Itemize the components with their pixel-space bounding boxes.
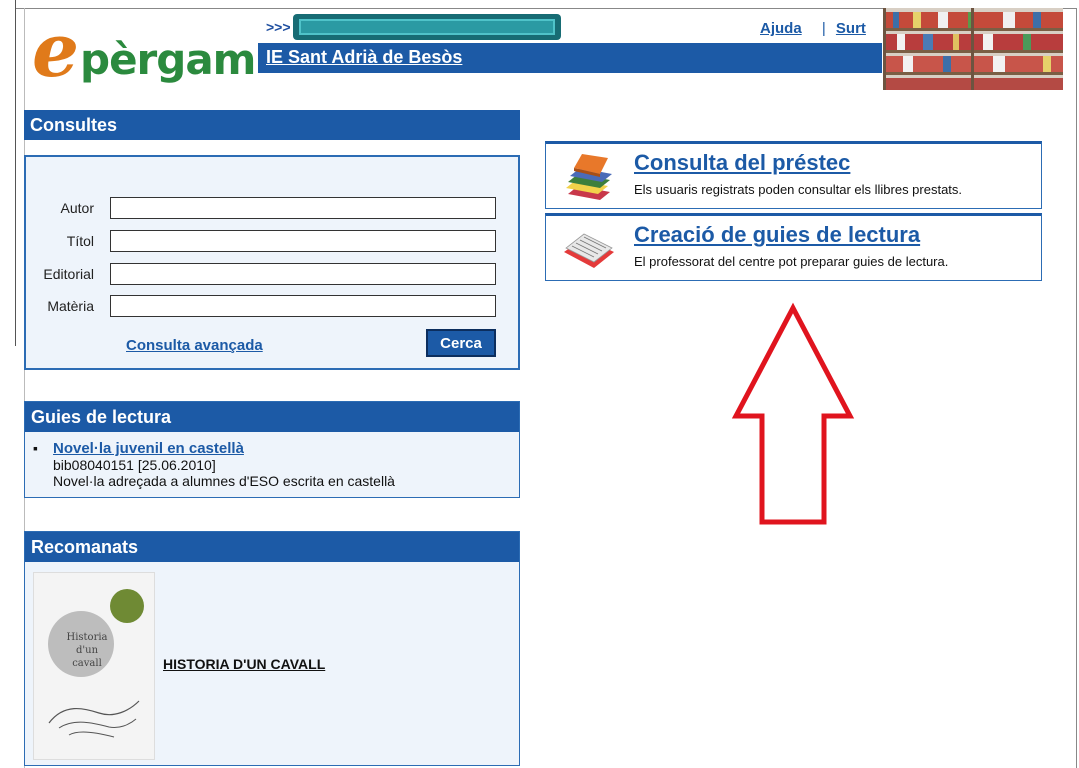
reading-guide-creation-description: El professorat del centre pot preparar g…	[634, 254, 949, 269]
book-cover-image[interactable]: Historia d'un cavall	[33, 572, 155, 760]
reading-guides-panel: Guies de lectura ▪ Novel·la juvenil en c…	[24, 401, 520, 498]
form-row-titol: Títol	[26, 230, 522, 254]
publisher-input[interactable]	[110, 263, 496, 285]
guide-description: Novel·la adreçada a alumnes d'ESO escrit…	[53, 473, 395, 489]
loan-query-title[interactable]: Consulta del préstec	[634, 150, 850, 176]
recommended-book-link[interactable]: HISTORIA D'UN CAVALL	[163, 656, 325, 672]
guide-text: Novel·la juvenil en castellà bib08040151…	[53, 440, 493, 490]
title-input[interactable]	[110, 230, 496, 252]
library-shelf-image	[883, 8, 1063, 90]
school-bar: IE Sant Adrià de Besòs	[258, 43, 882, 73]
subject-label: Matèria	[47, 298, 94, 314]
consultes-panel: Consultes Autor Títol Editorial Matèria …	[24, 110, 520, 370]
search-button[interactable]: Cerca	[426, 329, 496, 357]
form-row-materia: Matèria	[26, 295, 522, 319]
header-links: Ajuda | Surt	[760, 20, 866, 37]
cover-title: Historia d'un cavall	[66, 632, 108, 669]
logo-initial: e	[32, 8, 80, 94]
books-stack-icon	[566, 154, 612, 200]
up-arrow-annotation-icon	[731, 302, 855, 525]
school-name-link[interactable]: IE Sant Adrià de Besòs	[266, 47, 462, 68]
advanced-search-link[interactable]: Consulta avançada	[126, 337, 263, 354]
author-label: Autor	[60, 200, 94, 216]
breadcrumb-redacted-box	[292, 14, 561, 40]
epergam-logo[interactable]: e pèrgam	[32, 8, 256, 94]
help-link[interactable]: Ajuda	[760, 20, 802, 37]
shelf-image-art	[883, 8, 1063, 90]
reading-guide-creation-card[interactable]: Creació de guies de lectura El professor…	[545, 213, 1042, 281]
reading-guide-creation-title[interactable]: Creació de guies de lectura	[634, 222, 920, 248]
guide-title-link[interactable]: Novel·la juvenil en castellà	[53, 440, 244, 457]
reading-guides-title: Guies de lectura	[25, 402, 519, 432]
author-input[interactable]	[110, 197, 496, 219]
subject-input[interactable]	[110, 295, 496, 317]
logo-text: pèrgam	[80, 35, 256, 84]
form-row-editorial: Editorial	[26, 263, 522, 287]
exit-link[interactable]: Surt	[836, 20, 866, 37]
search-form: Autor Títol Editorial Matèria Consulta a…	[24, 155, 520, 370]
window-frame-right	[1076, 8, 1077, 768]
guide-meta: bib08040151 [25.06.2010]	[53, 457, 216, 473]
recommended-title: Recomanats	[25, 532, 519, 562]
publisher-label: Editorial	[43, 266, 94, 282]
loan-query-card[interactable]: Consulta del préstec Els usuaris registr…	[545, 141, 1042, 209]
open-book-icon	[564, 233, 614, 268]
link-separator: |	[821, 20, 826, 37]
recommended-panel: Recomanats Historia d'un cavall HISTORIA…	[24, 531, 520, 766]
hand-drawing-icon	[48, 700, 140, 738]
form-row-autor: Autor	[26, 197, 522, 221]
loan-query-description: Els usuaris registrats poden consultar e…	[634, 182, 963, 197]
cover-green-circle	[110, 589, 144, 623]
breadcrumb-arrows: >>>	[266, 19, 291, 35]
title-label: Títol	[66, 233, 94, 249]
window-frame-left	[0, 0, 16, 346]
consultes-title: Consultes	[24, 110, 520, 140]
breadcrumb: >>>	[266, 14, 561, 40]
bullet-icon: ▪	[33, 440, 38, 456]
